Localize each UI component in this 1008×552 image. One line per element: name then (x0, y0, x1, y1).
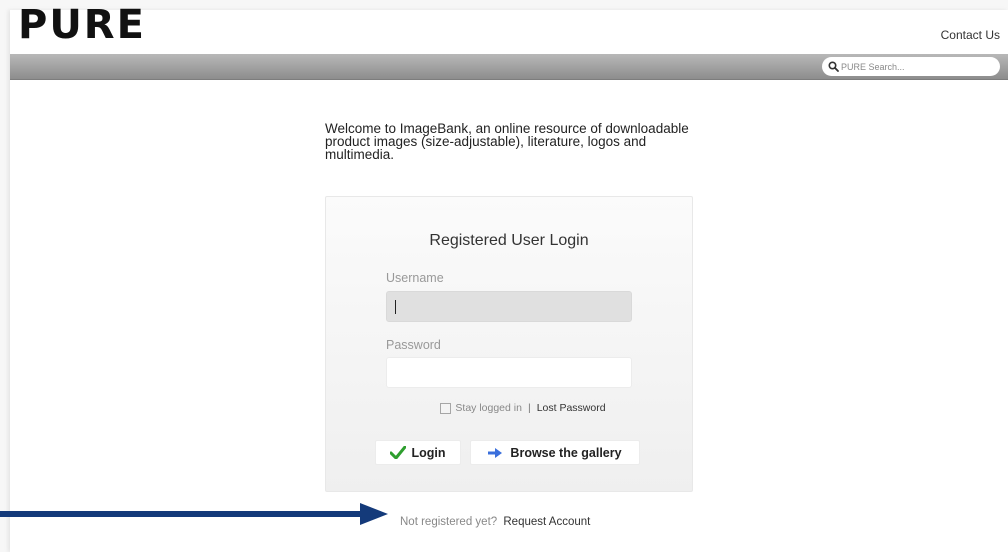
contact-us-link[interactable]: Contact Us (941, 28, 1000, 42)
password-label: Password (386, 338, 441, 352)
text-cursor (395, 300, 396, 314)
welcome-text: Welcome to ImageBank, an online resource… (325, 121, 689, 162)
request-account-link[interactable]: Request Account (503, 516, 590, 528)
annotation-arrow-icon (0, 503, 388, 525)
stay-logged-in-checkbox[interactable] (440, 402, 452, 414)
page: PURE Contact Us Welcome to ImageBank, an… (10, 2, 1008, 552)
not-registered-row: Not registered yet? Request Account (400, 516, 590, 528)
checkmark-icon (390, 446, 407, 459)
remember-row: Stay logged in | Lost Password (326, 402, 692, 414)
header: PURE Contact Us (10, 2, 1008, 54)
arrow-right-icon (488, 447, 503, 458)
browse-gallery-button[interactable]: Browse the gallery (470, 440, 640, 465)
search-box[interactable] (822, 57, 1000, 76)
password-field[interactable] (386, 357, 632, 388)
not-registered-text: Not registered yet? (400, 516, 498, 528)
login-panel: Registered User Login Username Password … (325, 196, 693, 492)
login-title: Registered User Login (429, 232, 589, 249)
search-icon (828, 61, 839, 72)
stay-logged-in-label[interactable]: Stay logged in (455, 402, 522, 414)
browse-gallery-label: Browse the gallery (510, 445, 622, 460)
login-button[interactable]: Login (375, 440, 461, 465)
search-input[interactable] (841, 61, 991, 72)
login-button-label: Login (411, 445, 446, 460)
pure-logo[interactable]: PURE (18, 2, 146, 48)
username-field[interactable] (386, 291, 632, 322)
separator: | (527, 402, 531, 414)
navbar (10, 54, 1008, 80)
lost-password-link[interactable]: Lost Password (537, 402, 606, 414)
username-label: Username (386, 271, 444, 285)
